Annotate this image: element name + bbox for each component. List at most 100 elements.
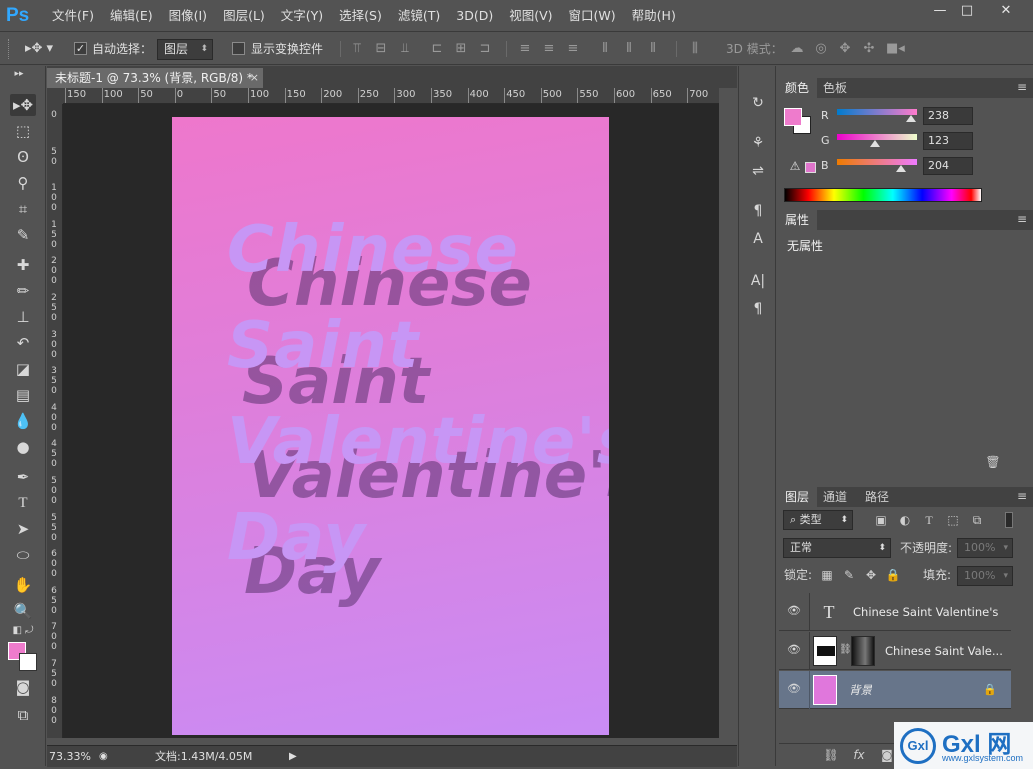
r-slider[interactable] [837, 109, 917, 122]
trash-icon[interactable]: 🗑 [985, 454, 1001, 470]
menu-item-8[interactable]: 视图(V) [501, 0, 560, 32]
align-bottom-icon[interactable]: ⫫ [398, 42, 412, 56]
minimize-button[interactable]: — [926, 2, 954, 20]
lock-position-icon[interactable]: ✥ [863, 567, 879, 583]
background-color-swatch[interactable] [19, 653, 37, 671]
panel-menu-icon[interactable]: ≡ [1017, 489, 1027, 503]
gradient-tool-icon[interactable]: ▤ [10, 384, 36, 406]
clone-stamp-tool-icon[interactable]: ⊥ [10, 306, 36, 328]
document-canvas[interactable]: Chinese Saint Valentine's Day Chinese Sa… [172, 117, 609, 735]
b-slider-thumb[interactable] [896, 165, 906, 172]
menu-item-7[interactable]: 3D(D) [448, 0, 501, 32]
filter-smart-object-icon[interactable]: ⧉ [969, 512, 985, 528]
menu-item-4[interactable]: 文字(Y) [273, 0, 331, 32]
vertical-ruler[interactable]: 0 5 0 1 0 0 1 5 0 2 0 0 2 5 0 3 0 0 3 5 0 4 0 0 4… [47, 104, 63, 738]
move-tool-icon[interactable]: ▸✥ [10, 94, 36, 116]
tab-swatches[interactable]: 色板 [815, 78, 855, 98]
swap-colors-icon[interactable]: ◧ ⤾ [10, 624, 36, 638]
menu-item-10[interactable]: 帮助(H) [624, 0, 684, 32]
document-tab[interactable]: 未标题-1 @ 73.3% (背景, RGB/8) * × [47, 68, 263, 88]
layer-name[interactable]: Chinese Saint Valentine's ... [853, 593, 1003, 631]
auto-select-target-dropdown[interactable]: 图层 ⬍ [157, 39, 213, 60]
pen-tool-icon[interactable]: ✒ [10, 466, 36, 488]
hand-tool-icon[interactable]: ✋ [10, 574, 36, 596]
distribute-bottom-icon[interactable]: ≡ [566, 42, 580, 56]
options-grip[interactable] [8, 39, 11, 59]
layer-mask-thumbnail[interactable] [851, 636, 875, 666]
distribute-hcenter-icon[interactable]: ⫴ [622, 42, 636, 56]
distribute-right-icon[interactable]: ⫴ [646, 42, 660, 56]
filter-adjustment-icon[interactable]: ◐ [897, 512, 913, 528]
auto-select-checkbox[interactable]: ✓ [74, 42, 87, 55]
tab-color[interactable]: 颜色 [777, 78, 818, 98]
eye-icon[interactable]: 👁 [787, 643, 801, 657]
layer-row-background[interactable]: 👁 背景 🔒 [779, 671, 1011, 709]
menu-item-0[interactable]: 文件(F) [44, 0, 102, 32]
filter-type-icon[interactable]: T [921, 512, 937, 528]
tab-layers[interactable]: 图层 [777, 487, 818, 507]
menu-item-9[interactable]: 窗口(W) [561, 0, 624, 32]
maximize-button[interactable]: □ [953, 2, 981, 20]
tab-properties[interactable]: 属性 [777, 210, 818, 230]
mask-icon[interactable]: ◙ [879, 747, 895, 763]
blur-tool-icon[interactable]: 💧 [10, 410, 36, 432]
tab-paths[interactable]: 路径 [857, 487, 897, 507]
history-panel-icon[interactable]: ↻ [747, 92, 769, 114]
b-value-field[interactable]: 204 [923, 157, 973, 175]
move-tool-preset-icon[interactable]: ▸✥ ▾ [24, 42, 54, 56]
layer-row-text[interactable]: 👁 T Chinese Saint Valentine's ... [779, 593, 1011, 631]
r-slider-thumb[interactable] [906, 115, 917, 122]
lasso-tool-icon[interactable]: ʘ [10, 146, 36, 168]
distribute-left-icon[interactable]: ⫴ [598, 42, 612, 56]
lock-transparent-icon[interactable]: ▦ [819, 567, 835, 583]
menu-item-1[interactable]: 编辑(E) [102, 0, 161, 32]
layer-name[interactable]: Chinese Saint Vale... [885, 632, 1005, 670]
eye-icon[interactable]: 👁 [787, 682, 801, 696]
layer-name[interactable]: 背景 [849, 671, 872, 709]
history-brush-tool-icon[interactable]: ↶ [10, 332, 36, 354]
lock-all-icon[interactable]: 🔒 [885, 567, 901, 583]
filter-shape-icon[interactable]: ⬚ [945, 512, 961, 528]
ruler-origin[interactable] [47, 88, 63, 104]
g-slider-thumb[interactable] [870, 140, 881, 147]
color-spectrum-bar[interactable] [784, 188, 982, 202]
path-selection-tool-icon[interactable]: ➤ [10, 518, 36, 540]
align-hcenter-icon[interactable]: ⊞ [454, 42, 468, 56]
3d-slide-icon[interactable]: ✣ [862, 42, 876, 56]
menu-item-6[interactable]: 滤镜(T) [390, 0, 448, 32]
chain-link-icon[interactable]: ⛓ [839, 644, 852, 655]
crop-tool-icon[interactable]: ⌗ [10, 198, 36, 220]
3d-rotate-icon[interactable]: ☁ [790, 42, 804, 56]
status-info-icon[interactable]: ◉ [99, 746, 108, 768]
status-menu-arrow-icon[interactable]: ▶ [289, 746, 297, 768]
eye-icon[interactable]: 👁 [787, 604, 801, 618]
zoom-level[interactable]: 73.33% [49, 746, 91, 768]
tab-channels[interactable]: 通道 [815, 487, 855, 507]
marquee-tool-icon[interactable]: ⬚ [10, 120, 36, 142]
b-slider[interactable] [837, 159, 917, 172]
healing-brush-tool-icon[interactable]: ✚ [10, 254, 36, 276]
align-top-icon[interactable]: ⫪ [350, 42, 364, 56]
close-window-button[interactable]: ✕ [982, 2, 1030, 20]
fx-icon[interactable]: fx [851, 747, 867, 763]
screen-mode-icon[interactable]: ⧉ [10, 704, 36, 726]
tool-presets-icon[interactable]: ⇌ [747, 160, 769, 182]
blend-mode-dropdown[interactable]: 正常 ⬍ [783, 538, 891, 558]
horizontal-ruler[interactable]: 150 100 50 0 50 100 150 200 250 300 350 400 450 500 55… [63, 88, 719, 104]
panel-menu-icon[interactable]: ≡ [1017, 80, 1027, 94]
close-document-icon[interactable]: × [250, 68, 259, 88]
menu-item-3[interactable]: 图层(L) [215, 0, 273, 32]
opacity-field[interactable]: 100% ▾ [957, 538, 1013, 558]
character-styles-icon[interactable]: A [747, 228, 769, 250]
color-panel-foreground-swatch[interactable] [784, 108, 802, 126]
brush-tool-icon[interactable]: ✏ [10, 280, 36, 302]
dodge-tool-icon[interactable]: ● [10, 436, 36, 458]
r-value-field[interactable]: 238 [923, 107, 973, 125]
lock-image-icon[interactable]: ✎ [841, 567, 857, 583]
eyedropper-tool-icon[interactable]: ✎ [10, 224, 36, 246]
type-tool-icon[interactable]: T [10, 492, 36, 514]
shape-tool-icon[interactable]: ⬭ [10, 544, 36, 566]
align-vcenter-icon[interactable]: ⊟ [374, 42, 388, 56]
filter-toggle-switch[interactable] [1005, 512, 1013, 528]
brush-panel-icon[interactable]: ⚘ [747, 132, 769, 154]
